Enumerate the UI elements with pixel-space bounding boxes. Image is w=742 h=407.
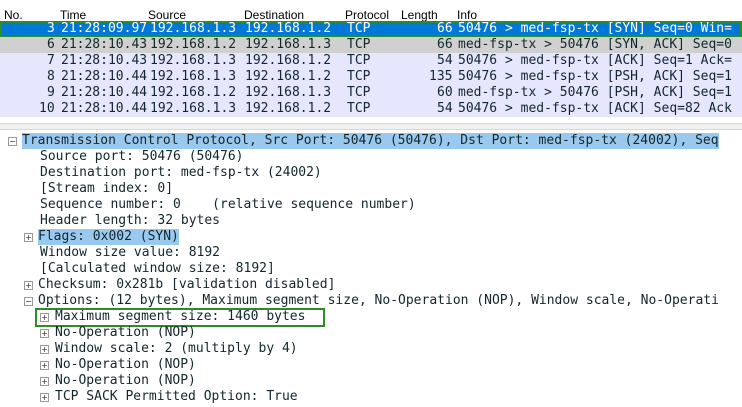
tree-node-label: [Stream index: 0] [40, 181, 174, 196]
packet-destination: 192.168.1.3 [245, 37, 332, 52]
packet-destination: 192.168.1.2 [245, 101, 332, 116]
packet-no: 6 [47, 37, 55, 52]
packet-info: 50476 > med-fsp-tx [ACK] Seq=82 Ack [458, 101, 732, 116]
tree-node-nop[interactable]: + No-Operation (NOP) [0, 373, 742, 389]
tree-node-source-port[interactable]: Source port: 50476 (50476) [0, 149, 742, 165]
collapse-icon[interactable]: − [8, 137, 17, 146]
packet-list-header: No. Time Source Destination Protocol Len… [0, 0, 742, 22]
packet-time: 21:28:10.43 [61, 37, 148, 52]
column-header-info[interactable]: Info [457, 8, 477, 22]
tree-node-window-size[interactable]: Window size value: 8192 [0, 245, 742, 261]
column-header-source[interactable]: Source [148, 8, 186, 22]
tree-node-calculated-window-size[interactable]: [Calculated window size: 8192] [0, 261, 742, 277]
packet-protocol: TCP [347, 85, 371, 100]
tree-node-destination-port[interactable]: Destination port: med-fsp-tx (24002) [0, 165, 742, 181]
packet-time: 21:28:09.97 [61, 21, 148, 36]
tree-node-stream-index[interactable]: [Stream index: 0] [0, 181, 742, 197]
packet-length: 54 [437, 101, 453, 116]
packet-destination: 192.168.1.2 [245, 53, 332, 68]
tree-node-label: No-Operation (NOP) [55, 373, 196, 388]
column-header-time[interactable]: Time [60, 8, 86, 22]
packet-row[interactable]: 9 21:28:10.44 192.168.1.2 192.168.1.3 TC… [0, 85, 742, 101]
tree-node-label: Header length: 32 bytes [40, 213, 221, 228]
packet-protocol: TCP [347, 53, 371, 68]
tree-node-label: Options: (12 bytes), Maximum segment siz… [38, 293, 719, 308]
packet-row[interactable]: 7 21:28:10.43 192.168.1.3 192.168.1.2 TC… [0, 53, 742, 69]
tree-node-label: No-Operation (NOP) [55, 325, 196, 340]
tree-node-window-scale[interactable]: + Window scale: 2 (multiply by 4) [0, 341, 742, 357]
packet-time: 21:28:10.44 [61, 101, 148, 116]
packet-source: 192.168.1.3 [150, 21, 237, 36]
packet-destination: 192.168.1.3 [245, 85, 332, 100]
packet-no: 9 [47, 85, 55, 100]
packet-source: 192.168.1.2 [150, 37, 237, 52]
tree-node-label: Checksum: 0x281b [validation disabled] [38, 277, 336, 292]
packet-info: 50476 > med-fsp-tx [SYN] Seq=0 Win= [458, 21, 732, 36]
tree-node-nop[interactable]: + No-Operation (NOP) [0, 325, 742, 341]
packet-source: 192.168.1.3 [150, 69, 237, 84]
column-header-length[interactable]: Length [401, 8, 438, 22]
packet-protocol: TCP [347, 69, 371, 84]
packet-source: 192.168.1.2 [150, 85, 237, 100]
tree-node-label: Source port: 50476 (50476) [40, 149, 244, 164]
tree-node-header-length[interactable]: Header length: 32 bytes [0, 213, 742, 229]
packet-protocol: TCP [347, 101, 371, 116]
packet-info: med-fsp-tx > 50476 [PSH, ACK] Seq=1 [458, 85, 732, 100]
tree-node-label: [Calculated window size: 8192] [40, 261, 275, 276]
packet-row[interactable]: 3 21:28:09.97 192.168.1.3 192.168.1.2 TC… [0, 21, 742, 37]
packet-time: 21:28:10.44 [61, 85, 148, 100]
tree-node-options[interactable]: − Options: (12 bytes), Maximum segment s… [0, 293, 742, 309]
tree-node-label: TCP SACK Permitted Option: True [55, 389, 298, 404]
collapse-icon[interactable]: − [24, 297, 33, 306]
column-header-no[interactable]: No. [4, 8, 23, 22]
packet-row[interactable]: 8 21:28:10.44 192.168.1.3 192.168.1.2 TC… [0, 69, 742, 85]
column-header-protocol[interactable]: Protocol [345, 8, 389, 22]
packet-length: 66 [437, 21, 453, 36]
packet-source: 192.168.1.3 [150, 101, 237, 116]
packet-length: 60 [437, 85, 453, 100]
expand-icon[interactable]: + [40, 329, 49, 338]
tree-node-label: No-Operation (NOP) [55, 357, 196, 372]
packet-protocol: TCP [347, 21, 371, 36]
tree-node-checksum[interactable]: + Checksum: 0x281b [validation disabled] [0, 277, 742, 293]
packet-no: 3 [47, 21, 55, 36]
packet-time: 21:28:10.43 [61, 53, 148, 68]
packet-info: 50476 > med-fsp-tx [ACK] Seq=1 Ack= [458, 53, 732, 68]
packet-info: med-fsp-tx > 50476 [SYN, ACK] Seq=0 [458, 37, 732, 52]
packet-destination: 192.168.1.2 [245, 21, 332, 36]
tree-node-label: Window size value: 8192 [40, 245, 221, 260]
packet-row[interactable]: 6 21:28:10.43 192.168.1.2 192.168.1.3 TC… [0, 37, 742, 53]
packet-info: 50476 > med-fsp-tx [PSH, ACK] Seq=1 [458, 69, 732, 84]
packet-no: 10 [39, 101, 55, 116]
expand-icon[interactable]: + [24, 233, 33, 242]
packet-length: 66 [437, 37, 453, 52]
packet-time: 21:28:10.44 [61, 69, 148, 84]
tree-node-sequence-number[interactable]: Sequence number: 0 (relative sequence nu… [0, 197, 742, 213]
packet-protocol: TCP [347, 37, 371, 52]
tree-node-flags[interactable]: + Flags: 0x002 (SYN) [0, 229, 742, 245]
tree-node-label: Destination port: med-fsp-tx (24002) [40, 165, 322, 180]
expand-icon[interactable]: + [24, 281, 33, 290]
packet-source: 192.168.1.3 [150, 53, 237, 68]
tree-node-nop[interactable]: + No-Operation (NOP) [0, 357, 742, 373]
packet-no: 8 [47, 69, 55, 84]
packet-no: 7 [47, 53, 55, 68]
tree-node-label: Sequence number: 0 (relative sequence nu… [40, 197, 416, 212]
packet-destination: 192.168.1.2 [245, 69, 332, 84]
tree-node-label: Transmission Control Protocol, Src Port:… [22, 133, 719, 149]
column-header-destination[interactable]: Destination [244, 8, 304, 22]
tree-node-label: Window scale: 2 (multiply by 4) [55, 341, 298, 356]
expand-icon[interactable]: + [40, 345, 49, 354]
packet-row[interactable]: 10 21:28:10.44 192.168.1.3 192.168.1.2 T… [0, 101, 742, 117]
tree-node-tcp[interactable]: − Transmission Control Protocol, Src Por… [0, 133, 742, 149]
pane-splitter[interactable] [0, 123, 742, 130]
expand-icon[interactable]: + [40, 361, 49, 370]
expand-icon[interactable]: + [40, 377, 49, 386]
expand-icon[interactable]: + [40, 393, 49, 402]
packet-length: 135 [429, 69, 453, 84]
packet-length: 54 [437, 53, 453, 68]
tree-node-label: Flags: 0x002 (SYN) [38, 229, 179, 245]
tree-node-sack-permitted[interactable]: + TCP SACK Permitted Option: True [0, 389, 742, 405]
